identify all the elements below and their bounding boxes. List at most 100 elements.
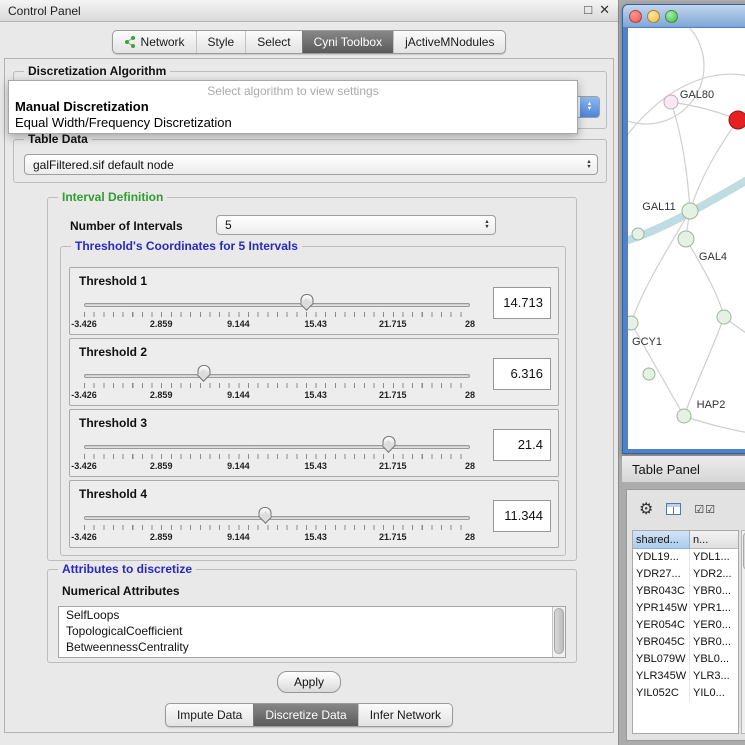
interval-definition-title: Interval Definition	[58, 190, 167, 204]
slider-track[interactable]	[84, 516, 470, 520]
slider-track[interactable]	[84, 303, 470, 307]
combo-stepper-icon[interactable]: ▲▼	[581, 155, 597, 174]
close-button[interactable]	[629, 10, 642, 23]
attributes-list[interactable]: SelfLoops TopologicalCoefficient Between…	[58, 606, 566, 658]
scale-label: 28	[465, 319, 475, 329]
network-view-window[interactable]: GAL80 GAL11 GAL4 GCY1 HAP2	[622, 4, 745, 454]
scale-label: 15.43	[304, 390, 327, 400]
threshold-slider[interactable]: -3.426 2.859 9.144 15.43 21.715 28	[84, 432, 470, 474]
table-row[interactable]: YDR27...YDR2...	[633, 566, 738, 583]
node-label: GAL11	[642, 201, 675, 213]
slider-thumb[interactable]	[197, 365, 210, 376]
combo-stepper-icon[interactable]: ▲▼	[479, 216, 495, 234]
slider-thumb[interactable]	[300, 294, 313, 305]
slider-track[interactable]	[84, 445, 470, 449]
column-header-name[interactable]: n...	[690, 531, 738, 549]
network-node[interactable]	[717, 310, 731, 324]
scale-label: 9.144	[227, 461, 250, 471]
table-row[interactable]: YLR345WYLR3...	[633, 668, 738, 685]
columns-icon[interactable]	[666, 503, 681, 515]
control-panel-titlebar: Control Panel □ ✕	[0, 0, 618, 22]
num-intervals-label: Number of Intervals	[70, 219, 183, 233]
threshold-slider[interactable]: -3.426 2.859 9.144 15.43 21.715 28	[84, 361, 470, 403]
table-row[interactable]: YER054CYER0...	[633, 617, 738, 634]
slider-thumb[interactable]	[259, 507, 272, 518]
table-row[interactable]: YIL052CYIL0...	[633, 685, 738, 702]
threshold-value-field[interactable]: 14.713	[493, 287, 551, 319]
network-window-titlebar[interactable]	[623, 5, 745, 27]
num-intervals-combo[interactable]: 5 ▲▼	[216, 215, 496, 235]
tab-select[interactable]: Select	[245, 31, 301, 53]
list-item[interactable]: TopologicalCoefficient	[59, 623, 565, 639]
table-row[interactable]: YBL079WYBL0...	[633, 651, 738, 668]
tab-impute-data[interactable]: Impute Data	[166, 704, 253, 726]
scale-label: 2.859	[150, 390, 173, 400]
table-scrollbar[interactable]	[741, 530, 745, 734]
list-item[interactable]: SelfLoops	[59, 607, 565, 623]
network-icon	[124, 36, 136, 48]
network-node[interactable]	[664, 95, 678, 109]
threshold-value-field[interactable]: 6.316	[493, 358, 551, 390]
threshold-value-field[interactable]: 11.344	[493, 500, 551, 532]
network-node-selected[interactable]	[729, 111, 745, 129]
list-scrollbar[interactable]	[552, 607, 565, 657]
scale-label: 15.43	[304, 319, 327, 329]
dropdown-item[interactable]: Equal Width/Frequency Discretization	[9, 115, 577, 131]
combo-stepper-icon[interactable]: ▲▼	[580, 97, 599, 117]
close-window-icon[interactable]: ✕	[599, 2, 610, 18]
column-header-shared-name[interactable]: shared...	[633, 531, 690, 549]
node-label: HAP2	[697, 399, 726, 411]
scale-label: -3.426	[71, 532, 97, 542]
table-data-combo[interactable]: galFiltered.sif default node ▲▼	[24, 154, 598, 175]
algorithm-dropdown-open: Select algorithm to view settings Manual…	[8, 80, 578, 134]
dropdown-header: Select algorithm to view settings	[9, 83, 577, 99]
network-node[interactable]	[628, 316, 638, 330]
tab-discretize-data[interactable]: Discretize Data	[253, 704, 357, 726]
scrollbar-thumb[interactable]	[554, 608, 564, 654]
slider-track[interactable]	[84, 374, 470, 378]
tab-network[interactable]: Network	[113, 31, 196, 53]
threshold-panel-2: Threshold 2 6.316 -3.426 2.859 9.144 15.…	[69, 338, 559, 406]
threshold-slider[interactable]: -3.426 2.859 9.144 15.43 21.715 28	[84, 503, 470, 545]
threshold-label: Threshold 4	[79, 487, 147, 501]
slider-scale: -3.426 2.859 9.144 15.43 21.715 28	[84, 319, 470, 330]
network-node[interactable]	[678, 231, 694, 247]
scale-label: 9.144	[227, 390, 250, 400]
threshold-slider[interactable]: -3.426 2.859 9.144 15.43 21.715 28	[84, 290, 470, 332]
tab-infer-network[interactable]: Infer Network	[358, 704, 452, 726]
select-all-checkbox-icon[interactable]: ☑☑	[694, 503, 716, 516]
gear-icon[interactable]: ⚙	[639, 499, 653, 519]
apply-button[interactable]: Apply	[277, 671, 341, 693]
slider-thumb[interactable]	[382, 436, 395, 447]
scale-label: 28	[465, 532, 475, 542]
tab-style[interactable]: Style	[196, 31, 246, 53]
table-row[interactable]: YDL19...YDL1...	[633, 549, 738, 566]
tab-jactivemnodules[interactable]: jActiveMNodules	[393, 31, 505, 53]
minimize-button[interactable]	[647, 10, 660, 23]
table-row[interactable]: YBR043CYBR0...	[633, 583, 738, 600]
network-node[interactable]	[643, 368, 655, 380]
threshold-panel-1: Threshold 1 14.713 -3.426 2.859 9.144 15…	[69, 267, 559, 335]
network-node[interactable]	[632, 228, 644, 240]
scale-label: 2.859	[150, 319, 173, 329]
slider-scale: -3.426 2.859 9.144 15.43 21.715 28	[84, 390, 470, 401]
table-row[interactable]: YBR045CYBR0...	[633, 634, 738, 651]
scale-label: 15.43	[304, 532, 327, 542]
tab-cyni-toolbox[interactable]: Cyni Toolbox	[302, 31, 393, 53]
table-row[interactable]: YPR145WYPR1...	[633, 600, 738, 617]
slider-ticks	[84, 525, 470, 530]
table-panel-toolbar: ⚙ ☑☑	[627, 490, 745, 528]
dropdown-item[interactable]: Manual Discretization	[9, 99, 577, 115]
float-window-icon[interactable]: □	[584, 2, 592, 18]
scale-label: -3.426	[71, 390, 97, 400]
numerical-attributes-heading: Numerical Attributes	[62, 584, 180, 598]
list-item[interactable]: BetweennessCentrality	[59, 639, 565, 655]
threshold-value-field[interactable]: 21.4	[493, 429, 551, 461]
zoom-button[interactable]	[665, 10, 678, 23]
network-canvas[interactable]: GAL80 GAL11 GAL4 GCY1 HAP2	[628, 28, 745, 449]
threshold-panel-4: Threshold 4 11.344 -3.426 2.859 9.144 15…	[69, 480, 559, 548]
scale-label: 21.715	[379, 390, 407, 400]
tab-network-label: Network	[141, 35, 185, 49]
network-node[interactable]	[682, 203, 698, 219]
network-node[interactable]	[677, 409, 691, 423]
